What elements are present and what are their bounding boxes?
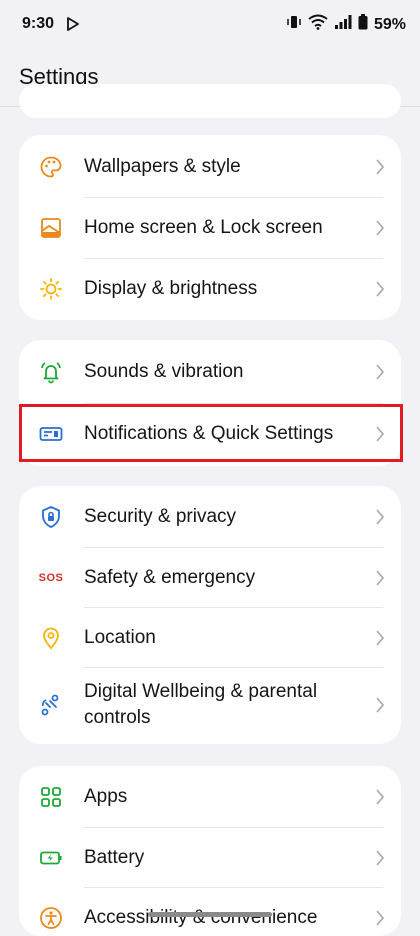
battery-status-icon [358, 14, 368, 35]
settings-group-4: Apps Battery Accessibility & convenience [19, 766, 401, 936]
vibrate-icon [286, 14, 302, 35]
scrolled-card-edge [19, 84, 401, 118]
settings-item-notifications[interactable]: Notifications & Quick Settings [19, 404, 401, 464]
settings-item-label: Safety & emergency [84, 567, 256, 588]
settings-item-label: Security & privacy [84, 506, 237, 527]
battery-icon [39, 846, 63, 870]
location-pin-icon [39, 626, 63, 650]
chevron-right-icon [375, 281, 385, 297]
settings-group-1: Wallpapers & style Home screen & Lock sc… [19, 135, 401, 320]
accessibility-icon [39, 906, 63, 930]
signal-icon [334, 14, 352, 35]
home-screen-icon [39, 216, 63, 240]
bell-ringing-icon [39, 360, 63, 384]
chevron-right-icon [375, 364, 385, 380]
settings-item-label: Sounds & vibration [84, 361, 244, 382]
settings-item-label: Notifications & Quick Settings [84, 423, 334, 444]
settings-item-digital-wellbeing[interactable]: Digital Wellbeing & parental controls [19, 668, 401, 742]
chevron-right-icon [375, 159, 385, 175]
settings-group-3: Security & privacy SOS Safety & emergenc… [19, 486, 401, 744]
chevron-right-icon [375, 570, 385, 586]
settings-item-display[interactable]: Display & brightness [19, 259, 401, 319]
settings-item-label: Apps [84, 786, 128, 807]
chevron-right-icon [375, 850, 385, 866]
settings-item-safety[interactable]: SOS Safety & emergency [19, 548, 401, 608]
status-icons: 59% [286, 14, 406, 35]
settings-item-label: Accessibility & convenience [84, 907, 318, 928]
sun-icon [39, 277, 63, 301]
settings-item-label: Digital Wellbeing & parental controls [84, 681, 318, 728]
settings-item-security[interactable]: Security & privacy [19, 487, 401, 547]
settings-item-label: Home screen & Lock screen [84, 217, 323, 238]
status-time: 9:30 [22, 15, 55, 32]
play-store-icon [66, 17, 80, 31]
settings-item-apps[interactable]: Apps [19, 767, 401, 827]
settings-item-label: Location [84, 627, 156, 648]
apps-grid-icon [39, 785, 63, 809]
chevron-right-icon [375, 220, 385, 236]
wifi-icon [308, 14, 328, 35]
sos-icon: SOS [39, 566, 63, 590]
chevron-right-icon [375, 697, 385, 713]
chevron-right-icon [375, 630, 385, 646]
settings-item-wallpapers[interactable]: Wallpapers & style [19, 137, 401, 197]
settings-item-label: Wallpapers & style [84, 156, 241, 177]
shield-lock-icon [39, 505, 63, 529]
notifications-panel-icon [39, 422, 63, 446]
status-bar: 9:30 59% [0, 0, 420, 50]
settings-item-label: Display & brightness [84, 278, 258, 299]
settings-item-sounds[interactable]: Sounds & vibration [19, 342, 401, 402]
chevron-right-icon [375, 789, 385, 805]
settings-item-home-lock-screen[interactable]: Home screen & Lock screen [19, 198, 401, 258]
sos-text: SOS [38, 572, 64, 584]
palette-icon [39, 155, 63, 179]
settings-item-label: Battery [84, 847, 145, 868]
chevron-right-icon [375, 509, 385, 525]
chevron-right-icon [375, 426, 385, 442]
settings-group-2: Sounds & vibration Notifications & Quick… [19, 340, 401, 466]
battery-percent: 59% [373, 15, 406, 33]
gesture-navigation-bar[interactable] [148, 912, 272, 917]
settings-item-location[interactable]: Location [19, 608, 401, 668]
wellbeing-icon [39, 693, 63, 717]
settings-item-battery[interactable]: Battery [19, 828, 401, 888]
